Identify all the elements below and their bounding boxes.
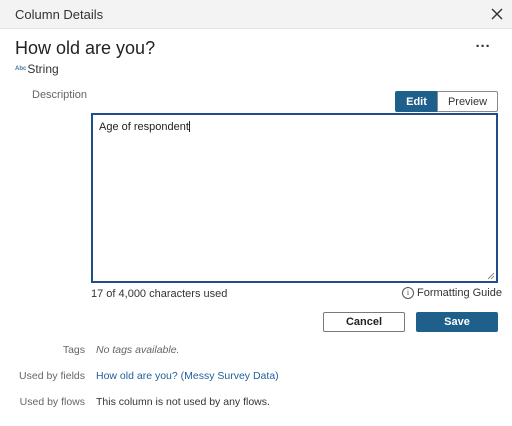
description-text: Age of respondent bbox=[99, 121, 189, 133]
column-name: How old are you? bbox=[15, 38, 156, 58]
dialog-titlebar: Column Details bbox=[0, 0, 512, 29]
description-label: Description bbox=[32, 89, 88, 101]
save-button[interactable]: Save bbox=[416, 312, 498, 332]
text-caret bbox=[188, 121, 190, 132]
formatting-guide-label: Formatting Guide bbox=[417, 287, 502, 299]
description-textarea[interactable]: Age of respondent bbox=[91, 113, 498, 283]
used-by-flows-label: Used by flows bbox=[19, 396, 85, 408]
resize-handle-icon[interactable] bbox=[488, 273, 494, 279]
character-count: 17 of 4,000 characters used bbox=[91, 288, 228, 300]
tab-preview[interactable]: Preview bbox=[437, 91, 498, 112]
dialog-title: Column Details bbox=[15, 7, 104, 22]
formatting-guide-link[interactable]: i Formatting Guide bbox=[402, 287, 502, 299]
info-icon: i bbox=[402, 287, 414, 299]
cancel-button[interactable]: Cancel bbox=[323, 312, 405, 332]
more-options-icon[interactable]: ··· bbox=[474, 39, 492, 57]
close-icon[interactable] bbox=[489, 6, 505, 22]
column-type: Abc String bbox=[15, 62, 59, 76]
tags-label: Tags bbox=[62, 344, 85, 356]
tab-edit[interactable]: Edit bbox=[395, 91, 438, 112]
used-by-fields-link[interactable]: How old are you? (Messy Survey Data) bbox=[96, 370, 279, 382]
string-type-icon: Abc bbox=[15, 66, 27, 72]
used-by-flows-value: This column is not used by any flows. bbox=[96, 396, 270, 408]
tags-value: No tags available. bbox=[96, 344, 180, 356]
used-by-fields-label: Used by fields bbox=[19, 370, 85, 382]
column-type-label: String bbox=[27, 62, 59, 76]
